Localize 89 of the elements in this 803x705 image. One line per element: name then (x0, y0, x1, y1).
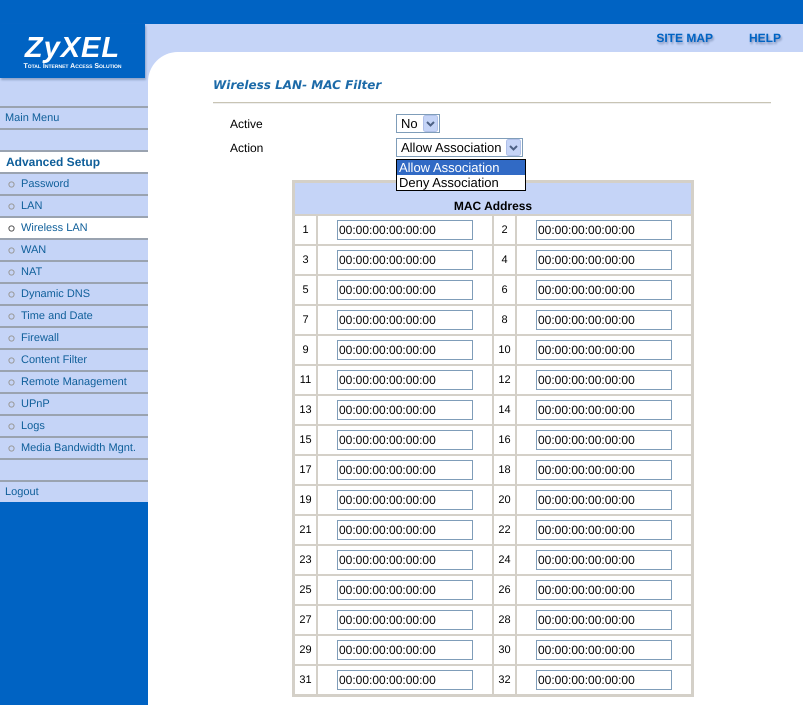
row-number: 17 (294, 455, 317, 485)
mac-address-field[interactable]: 00:00:00:00:00:00 (337, 280, 473, 300)
mac-address-field[interactable]: 00:00:00:00:00:00 (536, 520, 672, 540)
header-link[interactable]: SITE MAP (656, 31, 713, 45)
dropdown[interactable]: No (396, 114, 440, 133)
mac-address-field[interactable]: 00:00:00:00:00:00 (337, 670, 473, 690)
mac-address-field[interactable]: 00:00:00:00:00:00 (536, 610, 672, 630)
bullet-icon (8, 356, 15, 364)
mac-address-field[interactable]: 00:00:00:00:00:00 (536, 220, 672, 240)
mac-address-field[interactable]: 00:00:00:00:00:00 (536, 430, 672, 450)
bullet-icon (8, 444, 15, 452)
mac-address-field[interactable]: 00:00:00:00:00:00 (337, 580, 473, 600)
row-number: 29 (294, 635, 317, 665)
row-number: 23 (294, 545, 317, 575)
mac-address-field[interactable]: 00:00:00:00:00:00 (536, 550, 672, 570)
row-number: 15 (294, 425, 317, 455)
mac-address-field[interactable]: 00:00:00:00:00:00 (337, 250, 473, 270)
row-number: 11 (294, 365, 317, 395)
row-number: 27 (294, 605, 317, 635)
mac-address-field[interactable]: 00:00:00:00:00:00 (337, 460, 473, 480)
row-number: 32 (493, 665, 516, 695)
mac-address-field[interactable]: 00:00:00:00:00:00 (536, 460, 672, 480)
bullet-icon (8, 268, 15, 276)
row-number: 8 (493, 305, 516, 335)
row-number: 30 (493, 635, 516, 665)
row-number: 13 (294, 395, 317, 425)
bullet-icon (8, 246, 15, 254)
mac-address-field[interactable]: 00:00:00:00:00:00 (536, 580, 672, 600)
mac-address-field[interactable]: 00:00:00:00:00:00 (337, 340, 473, 360)
mac-address-field[interactable]: 00:00:00:00:00:00 (536, 310, 672, 330)
bullet-icon (8, 290, 15, 298)
row-number: 18 (493, 455, 516, 485)
row-number: 5 (294, 275, 317, 305)
row-number: 12 (493, 365, 516, 395)
bullet-icon (8, 334, 15, 342)
dropdown-option[interactable]: Deny Association (397, 175, 525, 190)
row-number: 22 (493, 515, 516, 545)
dropdown-option[interactable]: Allow Association (397, 160, 525, 175)
mac-address-field[interactable]: 00:00:00:00:00:00 (536, 640, 672, 660)
row-number: 28 (493, 605, 516, 635)
mac-address-field[interactable]: 00:00:00:00:00:00 (337, 220, 473, 240)
mac-address-field[interactable]: 00:00:00:00:00:00 (337, 310, 473, 330)
page-title: Wireless LAN- MAC Filter (213, 78, 383, 94)
mac-address-field[interactable]: 00:00:00:00:00:00 (536, 400, 672, 420)
field-label: Active (230, 116, 264, 130)
bullet-icon (8, 224, 15, 232)
logo-name: ZyXEL (24, 32, 120, 62)
row-number: 4 (493, 245, 516, 275)
row-number: 1 (294, 215, 317, 245)
mac-address-field[interactable]: 00:00:00:00:00:00 (337, 550, 473, 570)
section-title: Advanced Setup (0, 150, 148, 172)
bullet-icon (8, 400, 15, 408)
mac-address-field[interactable]: 00:00:00:00:00:00 (536, 340, 672, 360)
mac-address-field[interactable]: 00:00:00:00:00:00 (337, 520, 473, 540)
bullet-icon (8, 202, 15, 210)
mac-address-field[interactable]: 00:00:00:00:00:00 (337, 640, 473, 660)
mac-address-field[interactable]: 00:00:00:00:00:00 (337, 430, 473, 450)
mac-address-field[interactable]: 00:00:00:00:00:00 (536, 670, 672, 690)
row-number: 19 (294, 485, 317, 515)
mac-address-field[interactable]: 00:00:00:00:00:00 (337, 400, 473, 420)
row-number: 21 (294, 515, 317, 545)
row-number: 25 (294, 575, 317, 605)
row-number: 16 (493, 425, 516, 455)
row-number: 6 (493, 275, 516, 305)
mac-address-field[interactable]: 00:00:00:00:00:00 (536, 250, 672, 270)
mac-address-field[interactable]: 00:00:00:00:00:00 (337, 490, 473, 510)
row-number: 31 (294, 665, 317, 695)
row-number: 10 (493, 335, 516, 365)
row-number: 26 (493, 575, 516, 605)
bullet-icon (8, 378, 15, 386)
row-number: 20 (493, 485, 516, 515)
bullet-icon (8, 312, 15, 320)
mac-address-field[interactable]: 00:00:00:00:00:00 (536, 490, 672, 510)
row-number: 9 (294, 335, 317, 365)
field-label: Action (230, 140, 264, 154)
mac-address-field[interactable]: 00:00:00:00:00:00 (337, 370, 473, 390)
row-number: 7 (294, 305, 317, 335)
dropdown[interactable]: Allow Association (396, 138, 524, 157)
bullet-icon (8, 180, 15, 188)
header-link[interactable]: HELP (748, 31, 781, 45)
mac-address-field[interactable]: 00:00:00:00:00:00 (536, 370, 672, 390)
row-number: 14 (493, 395, 516, 425)
mac-address-field[interactable]: 00:00:00:00:00:00 (337, 610, 473, 630)
row-number: 3 (294, 245, 317, 275)
sidebar-item[interactable]: Wireless LAN (0, 216, 148, 238)
bullet-icon (8, 422, 15, 430)
mac-address-field[interactable]: 00:00:00:00:00:00 (536, 280, 672, 300)
row-number: 24 (493, 545, 516, 575)
row-number: 2 (493, 215, 516, 245)
